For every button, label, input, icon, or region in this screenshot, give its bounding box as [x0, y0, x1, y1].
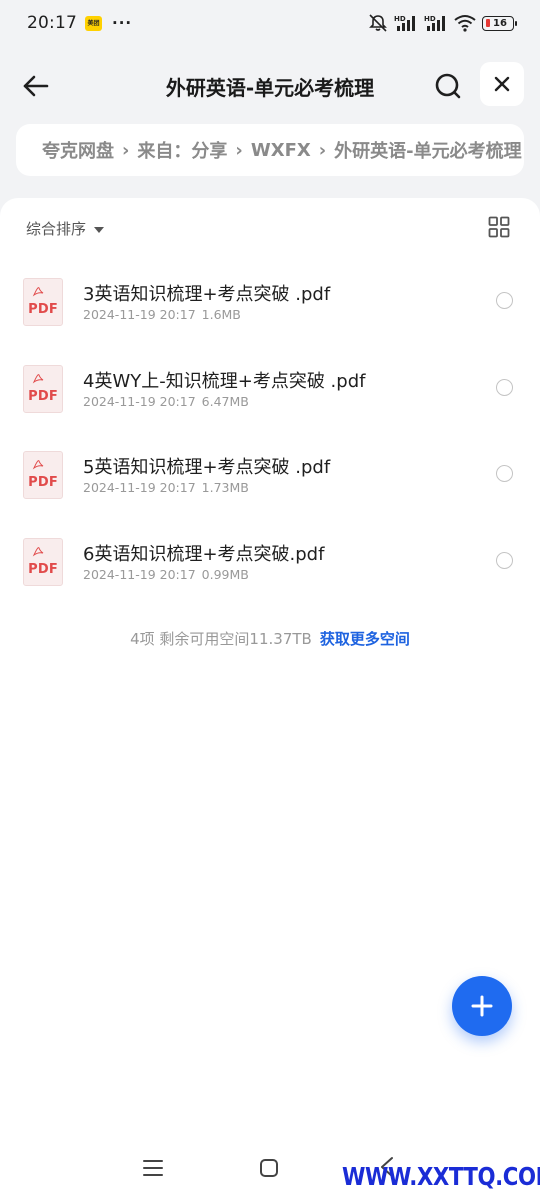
file-size: 6.47MB	[201, 393, 249, 409]
sort-label: 综合排序	[26, 220, 87, 238]
storage-summary: 4项 剩余可用空间11.37TB 获取更多空间	[0, 628, 540, 649]
signal-hd-icon: HD	[424, 15, 445, 31]
file-name: 6英语知识梳理+考点突破.pdf	[83, 543, 325, 565]
pdf-label: PDF	[28, 388, 58, 404]
wifi-icon	[454, 15, 476, 32]
file-date: 2024-11-19 20:17	[83, 307, 196, 322]
storage-summary-text: 4项 剩余可用空间11.37TB	[130, 630, 312, 648]
file-size: 1.6MB	[201, 307, 241, 322]
status-time: 20:17	[27, 13, 77, 33]
select-radio[interactable]	[496, 378, 513, 396]
svg-text:HD: HD	[424, 15, 436, 23]
header: 外研英语-单元必考梳理	[0, 56, 540, 116]
file-list-panel: 综合排序 PDF 3英语知识梳理+考点突破 .pdf 2024-11-19 20…	[0, 198, 540, 1200]
grid-view-icon[interactable]	[488, 216, 510, 238]
chevron-right-icon: ›	[122, 139, 130, 161]
file-date: 2024-11-19 20:17	[83, 480, 196, 495]
breadcrumb-item-current: 外研英语-单元必考梳理	[334, 141, 522, 162]
pdf-file-icon: PDF	[23, 537, 63, 586]
search-icon[interactable]	[432, 70, 464, 102]
breadcrumb: 夸克网盘 › 来自：分享 › WXFX › 外研英语-单元必考梳理	[16, 124, 524, 176]
file-name: 5英语知识梳理+考点突破 .pdf	[83, 457, 331, 478]
close-icon	[494, 76, 510, 92]
pdf-label: PDF	[28, 561, 58, 577]
mute-icon	[369, 14, 387, 32]
acrobat-icon	[32, 287, 44, 297]
status-left: 20:17 美团 ···	[27, 13, 132, 33]
svg-text:HD: HD	[394, 15, 406, 23]
file-size: 1.73MB	[201, 480, 249, 495]
file-meta: 2024-11-19 20:17 0.99MB	[83, 567, 249, 582]
battery-percent: 16	[493, 17, 507, 29]
acrobat-icon	[32, 373, 44, 384]
file-name: 4英WY上-知识梳理+考点突破 .pdf	[83, 370, 366, 392]
file-list: PDF 3英语知识梳理+考点突破 .pdf 2024-11-19 20:17 1.…	[0, 258, 540, 604]
file-row[interactable]: PDF 5英语知识梳理+考点突破 .pdf 2024-11-19 20:17 1.…	[0, 431, 540, 518]
more-notifications-icon: ···	[112, 14, 133, 32]
select-radio[interactable]	[496, 292, 513, 309]
file-row[interactable]: PDF 4英WY上-知识梳理+考点突破 .pdf 2024-11-19 20:1…	[0, 345, 540, 432]
status-bar: 20:17 美团 ··· HD HD 16	[0, 0, 540, 46]
file-date: 2024-11-19 20:17	[83, 393, 196, 409]
pdf-file-icon: PDF	[23, 278, 63, 326]
file-meta: 2024-11-19 20:17 1.73MB	[83, 480, 249, 495]
get-more-space-link[interactable]: 获取更多空间	[320, 630, 410, 648]
breadcrumb-item-wxfx[interactable]: WXFX	[251, 140, 311, 161]
pdf-label: PDF	[28, 302, 58, 317]
add-button[interactable]	[452, 976, 512, 1036]
acrobat-icon	[32, 460, 44, 470]
signal-hd-icon: HD	[394, 15, 415, 31]
battery-icon: 16	[482, 15, 517, 31]
battery-level	[486, 19, 490, 27]
file-row[interactable]: PDF 3英语知识梳理+考点突破 .pdf 2024-11-19 20:17 1.…	[0, 258, 540, 345]
pdf-file-icon: PDF	[23, 364, 63, 413]
file-row[interactable]: PDF 6英语知识梳理+考点突破.pdf 2024-11-19 20:17 0.9…	[0, 518, 540, 605]
sort-dropdown[interactable]: 综合排序	[26, 218, 105, 239]
file-date: 2024-11-19 20:17	[83, 566, 196, 582]
chevron-right-icon: ›	[318, 139, 327, 161]
home-icon[interactable]	[259, 1158, 279, 1178]
acrobat-icon	[32, 546, 44, 557]
pdf-label: PDF	[28, 475, 58, 490]
menu-icon[interactable]	[142, 1158, 164, 1178]
select-radio[interactable]	[496, 465, 513, 482]
meituan-app-icon: 美团	[85, 15, 102, 31]
watermark: WWW.XXTTQ.COM	[342, 1162, 540, 1191]
file-meta: 2024-11-19 20:17 6.47MB	[83, 394, 249, 409]
file-meta: 2024-11-19 20:17 1.6MB	[83, 307, 241, 322]
file-size: 0.99MB	[201, 566, 249, 582]
plus-icon	[471, 995, 493, 1017]
select-radio[interactable]	[496, 551, 513, 569]
caret-down-icon	[94, 226, 105, 233]
chevron-right-icon: ›	[235, 139, 243, 161]
pdf-file-icon: PDF	[23, 451, 63, 499]
status-right: HD HD 16	[368, 14, 517, 32]
file-name: 3英语知识梳理+考点突破 .pdf	[83, 284, 331, 305]
breadcrumb-item-root[interactable]: 夸克网盘	[42, 137, 114, 163]
breadcrumb-item-shared[interactable]: 来自：分享	[137, 137, 227, 163]
close-button[interactable]	[480, 62, 524, 106]
